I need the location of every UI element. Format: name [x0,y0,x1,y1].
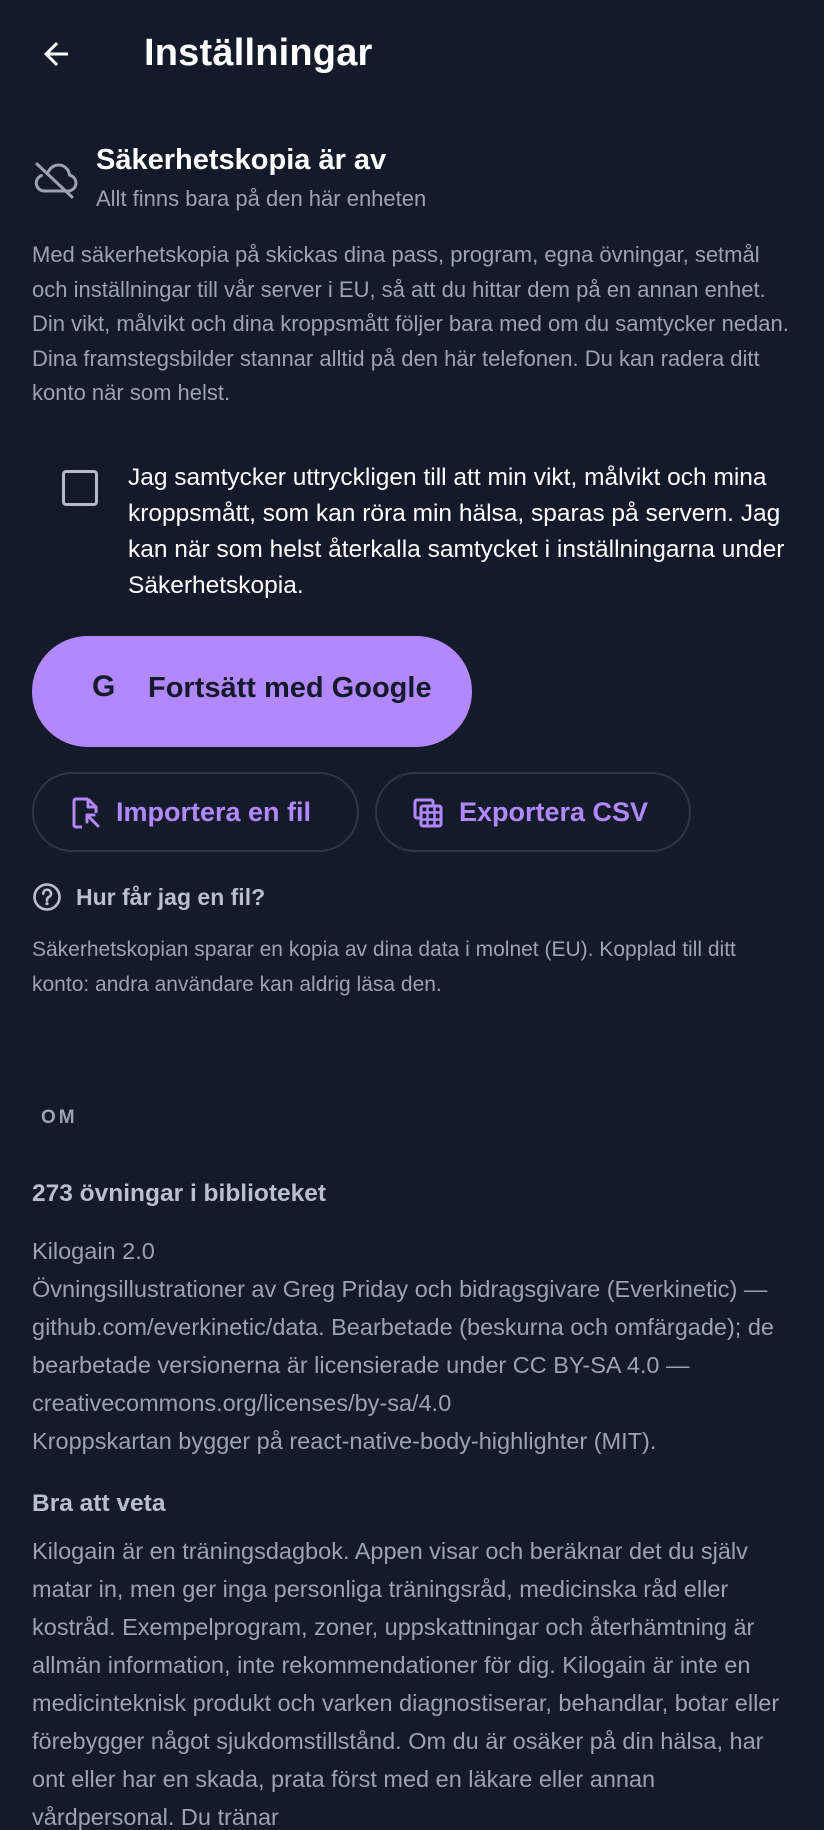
backup-status: Säkerhetskopia är av Allt finns bara på … [32,138,792,218]
backup-status-title: Säkerhetskopia är av [96,144,387,176]
back-button[interactable] [24,22,88,86]
consent-text: Jag samtycker uttryckligen till att min … [128,464,785,599]
page-title: Inställningar [144,32,373,74]
app-version: Kilogain 2.0 [32,1238,155,1264]
backup-status-subtitle: Allt finns bara på den här enheten [96,186,427,211]
health-data-consent[interactable]: Jag samtycker uttryckligen till att min … [32,460,792,610]
help-circle-icon [33,883,61,911]
arrow-left-icon [44,42,68,66]
google-button-label: Fortsätt med Google [148,672,432,704]
file-import-icon [72,797,100,829]
good-to-know-title: Bra att veta [32,1490,166,1517]
consent-checkbox[interactable] [62,470,98,506]
about-info: Kilogain 2.0 Övningsillustrationer av Gr… [32,1232,800,1460]
help-label: Hur får jag en fil? [76,884,266,910]
app-header: Inställningar [0,0,824,112]
google-icon: G [92,670,116,703]
how-to-get-file-link[interactable]: Hur får jag en fil? [32,880,432,916]
export-csv-button[interactable]: Exportera CSV [375,772,691,852]
backup-note: Säkerhetskopian sparar en kopia av dina … [32,938,736,996]
spreadsheet-icon [413,798,443,828]
export-button-label: Exportera CSV [459,797,649,827]
backup-description: Med säkerhetskopia på skickas dina pass,… [32,242,789,405]
bodymap-credits: Kroppskartan bygger på react-native-body… [32,1428,657,1454]
about-section-label: OM [41,1107,78,1128]
import-button-label: Importera en fil [116,797,312,827]
disclaimer-text: Kilogain är en träningsdagbok. Appen vis… [32,1538,780,1830]
continue-with-google-button[interactable]: G Fortsätt med Google [32,636,472,747]
import-file-button[interactable]: Importera en fil [32,772,359,852]
library-count: 273 övningar i biblioteket [32,1180,327,1207]
illustration-credits: Övningsillustrationer av Greg Priday och… [32,1276,774,1416]
cloud-off-icon [34,162,78,199]
